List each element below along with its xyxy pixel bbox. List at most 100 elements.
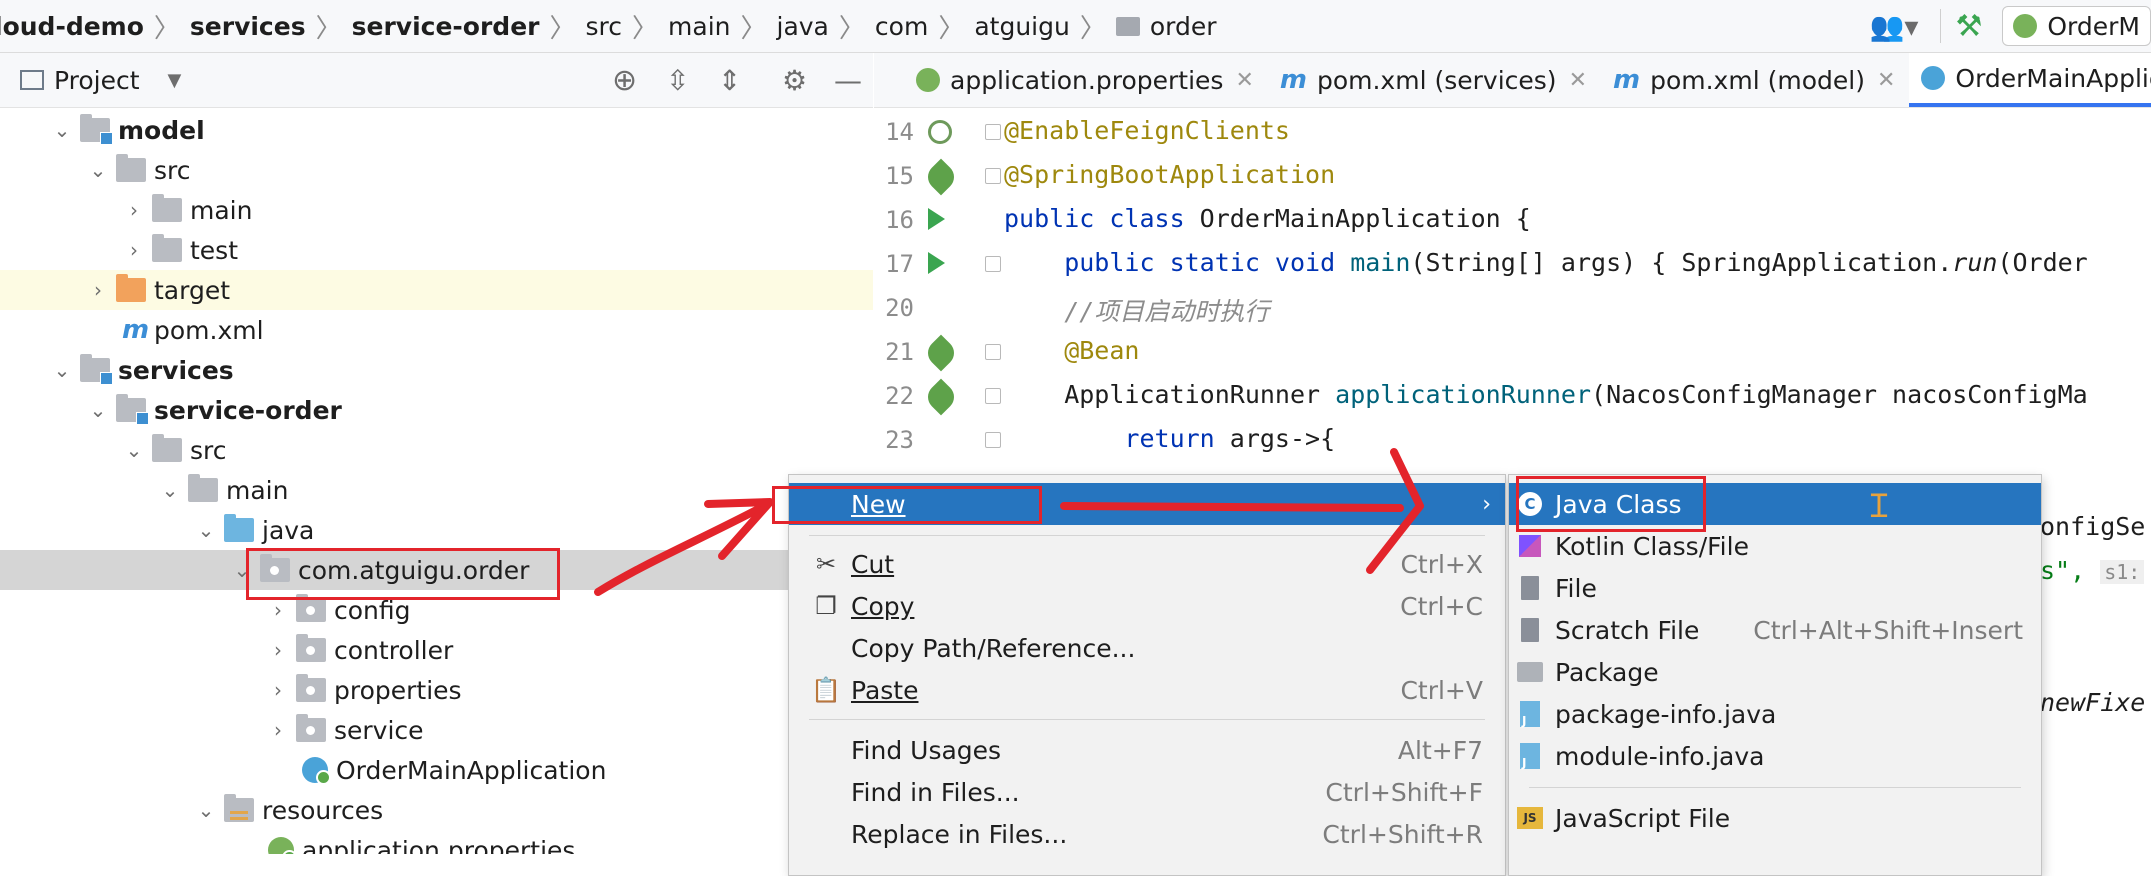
tab-pom-model[interactable]: m pom.xml (model) ✕: [1601, 53, 1909, 107]
module-folder-icon: [116, 394, 149, 425]
gear-icon[interactable]: ⚙: [782, 64, 807, 97]
fold-icon[interactable]: [985, 256, 1001, 272]
spring-properties-icon: [916, 68, 940, 92]
code-line-16: public class OrderMainApplication {: [1004, 204, 1531, 233]
tree-node-order-main-application[interactable]: OrderMainApplication: [0, 750, 873, 790]
menu-item-cut[interactable]: ✂ Cut Ctrl+X: [789, 543, 1505, 585]
close-icon[interactable]: ✕: [1569, 68, 1587, 93]
fold-icon[interactable]: [985, 168, 1001, 184]
tree-node-model[interactable]: ⌄ model: [0, 110, 873, 150]
chevron-down-icon[interactable]: ⌄: [50, 358, 74, 382]
run-configuration-selector[interactable]: OrderM: [2002, 6, 2151, 46]
close-icon[interactable]: ✕: [1877, 68, 1895, 93]
tree-node-service[interactable]: › service: [0, 710, 873, 750]
submenu-item-file[interactable]: File: [1509, 567, 2041, 609]
user-icon[interactable]: 👥▾: [1870, 10, 1919, 43]
tree-node-service-order[interactable]: ⌄ service-order: [0, 390, 873, 430]
menu-item-copy-path[interactable]: Copy Path/Reference...: [789, 627, 1505, 669]
locate-target-icon[interactable]: ⊕: [612, 63, 637, 98]
project-panel-title[interactable]: Project: [54, 66, 140, 95]
minimize-icon[interactable]: —: [834, 64, 862, 97]
spring-boot-icon: [2013, 14, 2038, 38]
chevron-right-icon[interactable]: ›: [266, 678, 290, 702]
tree-node-java[interactable]: ⌄ java: [0, 510, 873, 550]
chevron-down-icon[interactable]: ⌄: [50, 118, 74, 142]
collapse-all-icon[interactable]: ⇕: [718, 64, 741, 97]
breadcrumb-item[interactable]: com 〉: [875, 8, 974, 45]
submenu-item-javascript-file[interactable]: JS JavaScript File: [1509, 797, 2041, 839]
menu-item-find-in-files[interactable]: Find in Files... Ctrl+Shift+F: [789, 771, 1505, 813]
tree-node-src[interactable]: ⌄ src: [0, 150, 873, 190]
new-submenu: C Java Class Ｉ Kotlin Class/File File Sc…: [1508, 474, 2042, 876]
breadcrumb-item[interactable]: service-order 〉: [352, 8, 586, 45]
chevron-down-icon[interactable]: ⌄: [194, 518, 218, 542]
chevron-down-icon[interactable]: ▼: [168, 70, 182, 91]
file-icon: [1517, 575, 1543, 601]
feign-search-icon[interactable]: [928, 120, 952, 144]
chevron-down-icon[interactable]: ⌄: [86, 158, 110, 182]
breadcrumb-item[interactable]: atguigu 〉: [974, 8, 1116, 45]
project-view-icon: [20, 70, 44, 90]
chevron-right-icon[interactable]: ›: [266, 598, 290, 622]
fold-icon[interactable]: [985, 388, 1001, 404]
tree-node-main[interactable]: › main: [0, 190, 873, 230]
chevron-down-icon[interactable]: ⌄: [194, 798, 218, 822]
menu-item-paste[interactable]: 📋 Paste Ctrl+V: [789, 669, 1505, 711]
menu-separator: [809, 719, 1485, 720]
expand-all-icon[interactable]: ⇳: [666, 64, 689, 97]
tree-node-target[interactable]: › target: [0, 270, 873, 310]
folder-icon: [152, 434, 182, 462]
tree-node-services[interactable]: ⌄ services: [0, 350, 873, 390]
menu-item-find-usages[interactable]: Find Usages Alt+F7: [789, 729, 1505, 771]
build-hammer-icon[interactable]: ⚒: [1955, 9, 1982, 44]
breadcrumb-item[interactable]: src 〉: [586, 8, 669, 45]
tab-order-main-application[interactable]: OrderMainApplicatio: [1909, 53, 2151, 107]
chevron-down-icon[interactable]: ⌄: [122, 438, 146, 462]
fold-icon[interactable]: [985, 124, 1001, 140]
line-number: 17: [885, 250, 914, 278]
chevron-right-icon[interactable]: ›: [122, 198, 146, 222]
breadcrumb-item[interactable]: main 〉: [668, 8, 776, 45]
code-line-21: @Bean: [1004, 336, 1140, 365]
code-fragment: newFixe: [2040, 688, 2146, 717]
run-icon[interactable]: [928, 252, 945, 274]
tree-node-pom[interactable]: m pom.xml: [0, 310, 873, 350]
run-icon[interactable]: [928, 208, 945, 230]
submenu-item-module-info[interactable]: module-info.java: [1509, 735, 2041, 777]
module-folder-icon: [80, 354, 113, 385]
chevron-right-icon: 〉: [153, 13, 180, 44]
tree-node-resources[interactable]: ⌄ resources: [0, 790, 873, 830]
chevron-down-icon[interactable]: ⌄: [158, 478, 182, 502]
tree-node-src[interactable]: ⌄ src: [0, 430, 873, 470]
code-line-23: return args->{: [1004, 424, 1336, 453]
submenu-item-package-info[interactable]: package-info.java: [1509, 693, 2041, 735]
breadcrumb-item[interactable]: order: [1115, 12, 1217, 41]
fold-icon[interactable]: [985, 344, 1001, 360]
tree-node-controller[interactable]: › controller: [0, 630, 873, 670]
chevron-right-icon[interactable]: ›: [122, 238, 146, 262]
breadcrumb-item[interactable]: services 〉: [190, 8, 352, 45]
menu-item-replace-in-files[interactable]: Replace in Files... Ctrl+Shift+R: [789, 813, 1505, 855]
tree-node-test[interactable]: › test: [0, 230, 873, 270]
breadcrumb-item[interactable]: loud-demo 〉: [0, 8, 190, 45]
tab-application-properties[interactable]: application.properties ✕: [874, 53, 1268, 107]
tree-node-properties[interactable]: › properties: [0, 670, 873, 710]
fold-icon[interactable]: [985, 432, 1001, 448]
tree-node-application-properties[interactable]: application.properties: [0, 830, 873, 854]
submenu-item-package[interactable]: Package: [1509, 651, 2041, 693]
menu-item-copy[interactable]: ❐ Copy Ctrl+C: [789, 585, 1505, 627]
chevron-right-icon: 〉: [1079, 13, 1106, 44]
scissors-icon: ✂: [815, 550, 837, 578]
submenu-item-scratch-file[interactable]: Scratch File Ctrl+Alt+Shift+Insert: [1509, 609, 2041, 651]
tree-node-main[interactable]: ⌄ main: [0, 470, 873, 510]
chevron-down-icon[interactable]: ⌄: [86, 398, 110, 422]
chevron-right-icon[interactable]: ›: [266, 718, 290, 742]
chevron-right-icon: 〉: [315, 13, 342, 44]
project-panel-header: Project ▼ ⊕ ⇳ ⇕ ⚙ —: [0, 53, 873, 108]
chevron-right-icon[interactable]: ›: [86, 278, 110, 302]
breadcrumb-item[interactable]: java 〉: [777, 8, 875, 45]
spring-class-icon: [302, 757, 331, 785]
close-icon[interactable]: ✕: [1235, 68, 1253, 93]
chevron-right-icon[interactable]: ›: [266, 638, 290, 662]
tab-pom-services[interactable]: m pom.xml (services) ✕: [1268, 53, 1601, 107]
